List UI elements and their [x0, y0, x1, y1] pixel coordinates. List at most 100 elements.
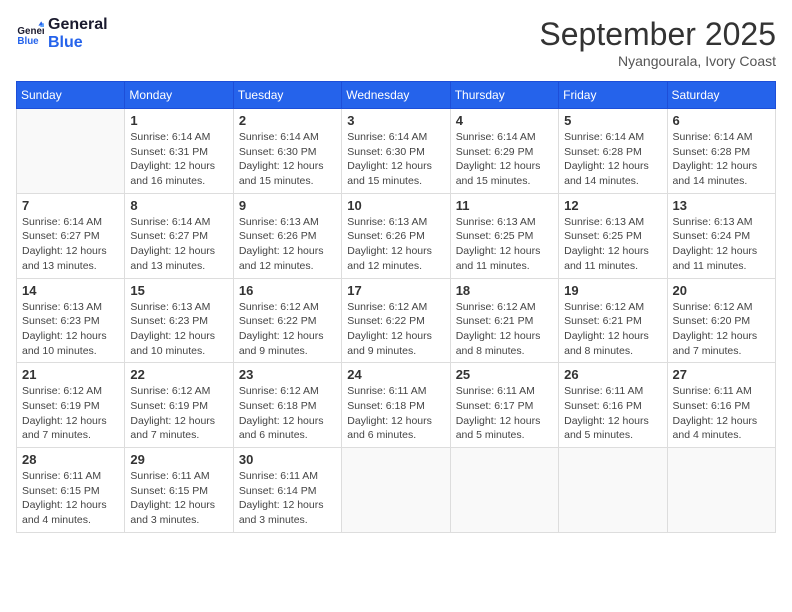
- week-row-1: 1 Sunrise: 6:14 AM Sunset: 6:31 PM Daylig…: [17, 109, 776, 194]
- page-header: General Blue General Blue September 2025…: [16, 16, 776, 69]
- calendar-cell: 4 Sunrise: 6:14 AM Sunset: 6:29 PM Daylig…: [450, 109, 558, 194]
- day-info: Sunrise: 6:13 AM Sunset: 6:25 PM Dayligh…: [456, 215, 553, 274]
- calendar-cell: 16 Sunrise: 6:12 AM Sunset: 6:22 PM Dayli…: [233, 278, 341, 363]
- calendar-cell: 6 Sunrise: 6:14 AM Sunset: 6:28 PM Daylig…: [667, 109, 775, 194]
- day-info: Sunrise: 6:12 AM Sunset: 6:21 PM Dayligh…: [564, 300, 661, 359]
- day-info: Sunrise: 6:13 AM Sunset: 6:26 PM Dayligh…: [239, 215, 336, 274]
- day-number: 13: [673, 198, 770, 213]
- day-info: Sunrise: 6:14 AM Sunset: 6:30 PM Dayligh…: [239, 130, 336, 189]
- logo: General Blue General Blue: [16, 16, 108, 51]
- calendar-cell: 7 Sunrise: 6:14 AM Sunset: 6:27 PM Daylig…: [17, 193, 125, 278]
- day-number: 12: [564, 198, 661, 213]
- calendar-cell: 10 Sunrise: 6:13 AM Sunset: 6:26 PM Dayli…: [342, 193, 450, 278]
- day-info: Sunrise: 6:13 AM Sunset: 6:23 PM Dayligh…: [130, 300, 227, 359]
- calendar-cell: 8Sunrise: 6:14 AM Sunset: 6:27 PM Daylig…: [125, 193, 233, 278]
- day-number: 15: [130, 283, 227, 298]
- week-row-5: 28Sunrise: 6:11 AM Sunset: 6:15 PM Dayli…: [17, 448, 776, 533]
- day-number: 5: [564, 113, 661, 128]
- day-info: Sunrise: 6:14 AM Sunset: 6:28 PM Dayligh…: [564, 130, 661, 189]
- day-info: Sunrise: 6:11 AM Sunset: 6:17 PM Dayligh…: [456, 384, 553, 443]
- day-number: 20: [673, 283, 770, 298]
- day-number: 1: [130, 113, 227, 128]
- day-number: 30: [239, 452, 336, 467]
- logo-text-blue: Blue: [48, 34, 108, 52]
- calendar-cell: 23 Sunrise: 6:12 AM Sunset: 6:18 PM Dayli…: [233, 363, 341, 448]
- title-block: September 2025 Nyangourala, Ivory Coast: [539, 16, 776, 69]
- day-number: 14: [22, 283, 119, 298]
- day-info: Sunrise: 6:12 AM Sunset: 6:20 PM Dayligh…: [673, 300, 770, 359]
- days-header-row: SundayMondayTuesdayWednesdayThursdayFrid…: [17, 82, 776, 109]
- calendar-cell: 20 Sunrise: 6:12 AM Sunset: 6:20 PM Dayli…: [667, 278, 775, 363]
- calendar-cell: 18 Sunrise: 6:12 AM Sunset: 6:21 PM Dayli…: [450, 278, 558, 363]
- day-number: 22: [130, 367, 227, 382]
- svg-text:Blue: Blue: [17, 35, 39, 46]
- day-header-saturday: Saturday: [667, 82, 775, 109]
- day-number: 2: [239, 113, 336, 128]
- day-header-thursday: Thursday: [450, 82, 558, 109]
- logo-icon: General Blue: [16, 20, 44, 48]
- calendar-cell: [342, 448, 450, 533]
- day-number: 25: [456, 367, 553, 382]
- calendar-cell: 9 Sunrise: 6:13 AM Sunset: 6:26 PM Daylig…: [233, 193, 341, 278]
- calendar-cell: [559, 448, 667, 533]
- week-row-4: 21 Sunrise: 6:12 AM Sunset: 6:19 PM Dayli…: [17, 363, 776, 448]
- calendar-cell: [450, 448, 558, 533]
- calendar-cell: 5 Sunrise: 6:14 AM Sunset: 6:28 PM Daylig…: [559, 109, 667, 194]
- day-info: Sunrise: 6:14 AM Sunset: 6:29 PM Dayligh…: [456, 130, 553, 189]
- calendar-cell: 2 Sunrise: 6:14 AM Sunset: 6:30 PM Daylig…: [233, 109, 341, 194]
- day-info: Sunrise: 6:11 AM Sunset: 6:15 PM Dayligh…: [130, 469, 227, 528]
- day-info: Sunrise: 6:13 AM Sunset: 6:24 PM Dayligh…: [673, 215, 770, 274]
- day-info: Sunrise: 6:11 AM Sunset: 6:16 PM Dayligh…: [673, 384, 770, 443]
- calendar-cell: 29 Sunrise: 6:11 AM Sunset: 6:15 PM Dayli…: [125, 448, 233, 533]
- day-header-tuesday: Tuesday: [233, 82, 341, 109]
- day-number: 29: [130, 452, 227, 467]
- day-info: Sunrise: 6:14 AM Sunset: 6:31 PM Dayligh…: [130, 130, 227, 189]
- calendar-cell: 21Sunrise: 6:12 AM Sunset: 6:19 PM Dayli…: [17, 363, 125, 448]
- calendar-cell: 15 Sunrise: 6:13 AM Sunset: 6:23 PM Dayli…: [125, 278, 233, 363]
- day-number: 26: [564, 367, 661, 382]
- day-number: 18: [456, 283, 553, 298]
- day-info: Sunrise: 6:14 AM Sunset: 6:27 PM Dayligh…: [22, 215, 119, 274]
- day-info: Sunrise: 6:12 AM Sunset: 6:18 PM Dayligh…: [239, 384, 336, 443]
- day-info: Sunrise: 6:11 AM Sunset: 6:16 PM Dayligh…: [564, 384, 661, 443]
- day-info: Sunrise: 6:13 AM Sunset: 6:26 PM Dayligh…: [347, 215, 444, 274]
- day-number: 7: [22, 198, 119, 213]
- day-number: 21: [22, 367, 119, 382]
- day-info: Sunrise: 6:12 AM Sunset: 6:19 PM Dayligh…: [130, 384, 227, 443]
- day-header-sunday: Sunday: [17, 82, 125, 109]
- calendar-cell: [667, 448, 775, 533]
- calendar-cell: 26 Sunrise: 6:11 AM Sunset: 6:16 PM Dayli…: [559, 363, 667, 448]
- day-info: Sunrise: 6:13 AM Sunset: 6:25 PM Dayligh…: [564, 215, 661, 274]
- day-number: 9: [239, 198, 336, 213]
- calendar-cell: 22 Sunrise: 6:12 AM Sunset: 6:19 PM Dayli…: [125, 363, 233, 448]
- day-header-wednesday: Wednesday: [342, 82, 450, 109]
- calendar-cell: 24Sunrise: 6:11 AM Sunset: 6:18 PM Dayli…: [342, 363, 450, 448]
- day-number: 3: [347, 113, 444, 128]
- day-info: Sunrise: 6:12 AM Sunset: 6:21 PM Dayligh…: [456, 300, 553, 359]
- calendar-cell: 17Sunrise: 6:12 AM Sunset: 6:22 PM Dayli…: [342, 278, 450, 363]
- calendar-cell: [17, 109, 125, 194]
- day-number: 27: [673, 367, 770, 382]
- calendar-cell: 30 Sunrise: 6:11 AM Sunset: 6:14 PM Dayli…: [233, 448, 341, 533]
- calendar-cell: 27 Sunrise: 6:11 AM Sunset: 6:16 PM Dayli…: [667, 363, 775, 448]
- day-header-friday: Friday: [559, 82, 667, 109]
- calendar-cell: 3Sunrise: 6:14 AM Sunset: 6:30 PM Daylig…: [342, 109, 450, 194]
- day-number: 6: [673, 113, 770, 128]
- calendar-cell: 13 Sunrise: 6:13 AM Sunset: 6:24 PM Dayli…: [667, 193, 775, 278]
- day-number: 8: [130, 198, 227, 213]
- day-info: Sunrise: 6:14 AM Sunset: 6:28 PM Dayligh…: [673, 130, 770, 189]
- calendar-table: SundayMondayTuesdayWednesdayThursdayFrid…: [16, 81, 776, 533]
- day-number: 23: [239, 367, 336, 382]
- day-info: Sunrise: 6:12 AM Sunset: 6:22 PM Dayligh…: [239, 300, 336, 359]
- calendar-cell: 19Sunrise: 6:12 AM Sunset: 6:21 PM Dayli…: [559, 278, 667, 363]
- day-number: 24: [347, 367, 444, 382]
- day-info: Sunrise: 6:11 AM Sunset: 6:14 PM Dayligh…: [239, 469, 336, 528]
- calendar-cell: 11Sunrise: 6:13 AM Sunset: 6:25 PM Dayli…: [450, 193, 558, 278]
- day-info: Sunrise: 6:12 AM Sunset: 6:22 PM Dayligh…: [347, 300, 444, 359]
- day-number: 10: [347, 198, 444, 213]
- day-number: 16: [239, 283, 336, 298]
- day-info: Sunrise: 6:13 AM Sunset: 6:23 PM Dayligh…: [22, 300, 119, 359]
- week-row-2: 7 Sunrise: 6:14 AM Sunset: 6:27 PM Daylig…: [17, 193, 776, 278]
- day-number: 4: [456, 113, 553, 128]
- calendar-cell: 12 Sunrise: 6:13 AM Sunset: 6:25 PM Dayli…: [559, 193, 667, 278]
